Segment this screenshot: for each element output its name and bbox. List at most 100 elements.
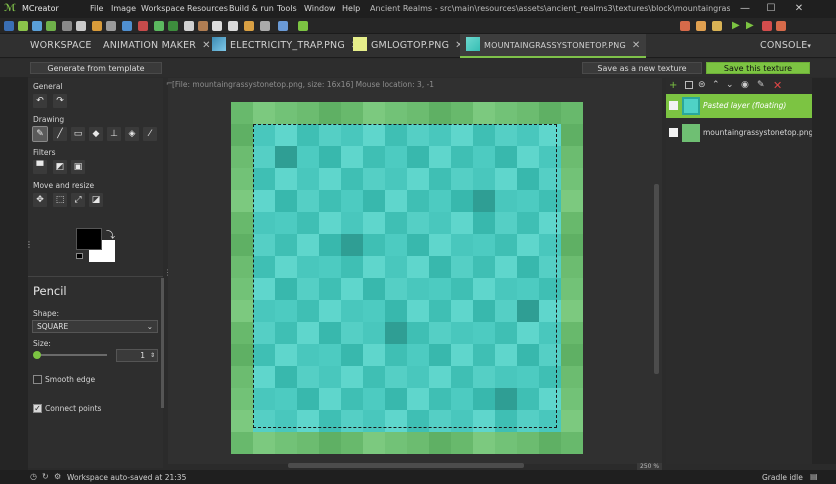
eye-icon[interactable]: ◉: [741, 80, 749, 90]
sound-icon[interactable]: [92, 21, 102, 31]
resize-icon[interactable]: ⤢: [71, 193, 85, 207]
texture-pixel[interactable]: [231, 146, 253, 168]
stamp-icon[interactable]: ⊥: [107, 127, 121, 141]
texture-icon[interactable]: [62, 21, 72, 31]
stop-all-icon[interactable]: [776, 21, 786, 31]
texture-pixel[interactable]: [451, 432, 473, 454]
new-element-icon[interactable]: [18, 21, 28, 31]
eraser-icon[interactable]: ◆: [89, 127, 103, 141]
paint-icon[interactable]: [228, 21, 238, 31]
plant-icon[interactable]: [168, 21, 178, 31]
vertical-scrollbar[interactable]: [654, 184, 659, 374]
save-as-new-texture-button[interactable]: Save as a new texture: [582, 62, 702, 74]
blocks-icon[interactable]: [244, 21, 254, 31]
spinner-arrows-icon[interactable]: ⇕: [150, 350, 155, 361]
texture-pixel[interactable]: [231, 124, 253, 146]
tab-mountaingrassystonetop[interactable]: MOUNTAINGRASSYSTONETOP.PNG ✕: [460, 34, 647, 58]
texture-pixel[interactable]: [473, 102, 495, 124]
texture-pixel[interactable]: [275, 432, 297, 454]
tab-electricity-trap[interactable]: ELECTRICITY_TRAP.PNG✕: [212, 34, 360, 58]
refresh-icon[interactable]: ↻: [42, 472, 49, 481]
delete-layer-icon[interactable]: ✕: [773, 79, 782, 92]
stop-icon[interactable]: [762, 21, 772, 31]
texture-pixel[interactable]: [231, 278, 253, 300]
transform-icon[interactable]: ◪: [89, 193, 103, 207]
gear-icon[interactable]: ⚙: [54, 472, 61, 481]
texture-pixel[interactable]: [231, 234, 253, 256]
settings-icon[interactable]: [212, 21, 222, 31]
layer-visibility-checkbox[interactable]: [669, 128, 678, 137]
export-icon[interactable]: [712, 21, 722, 31]
map-icon[interactable]: [154, 21, 164, 31]
menu-build-run[interactable]: Build & run: [229, 4, 274, 13]
menu-help[interactable]: Help: [342, 4, 360, 13]
texture-pixel[interactable]: [341, 432, 363, 454]
animation-icon[interactable]: [122, 21, 132, 31]
texture-pixel[interactable]: [231, 388, 253, 410]
menu-tools[interactable]: Tools: [277, 4, 297, 13]
texture-pixel[interactable]: [561, 410, 583, 432]
import-icon[interactable]: [32, 21, 42, 31]
select-icon[interactable]: ⬚: [53, 193, 67, 207]
texture-pixel[interactable]: [561, 388, 583, 410]
plugin-icon[interactable]: [298, 21, 308, 31]
menu-resources[interactable]: Resources: [187, 4, 228, 13]
texture-pixel[interactable]: [561, 344, 583, 366]
layer-item[interactable]: mountaingrassystonetop.png: [666, 121, 813, 145]
texture-pixel[interactable]: [231, 322, 253, 344]
texture-pixel[interactable]: [231, 432, 253, 454]
layer-visibility-checkbox[interactable]: [669, 101, 678, 110]
texture-pixel[interactable]: [539, 102, 561, 124]
wand-icon[interactable]: [184, 21, 194, 31]
texture-pixel[interactable]: [561, 278, 583, 300]
texture-pixel[interactable]: [341, 102, 363, 124]
size-spinner[interactable]: 1 ⇕: [116, 349, 158, 362]
texture-pixel[interactable]: [363, 432, 385, 454]
duplicate-layer-icon[interactable]: [685, 81, 693, 89]
texture-pixel[interactable]: [539, 432, 561, 454]
regenerate-icon[interactable]: [680, 21, 690, 31]
close-icon[interactable]: ✕: [202, 40, 211, 51]
texture-pixel[interactable]: [319, 102, 341, 124]
texture-pixel[interactable]: [231, 168, 253, 190]
gear-icon[interactable]: [278, 21, 288, 31]
primary-color-swatch[interactable]: [76, 228, 102, 250]
texture-pixel[interactable]: [231, 344, 253, 366]
color-picker-icon[interactable]: ⁄: [143, 127, 157, 141]
texture-pixel[interactable]: [231, 212, 253, 234]
texture-pixel[interactable]: [561, 322, 583, 344]
texture-pixel[interactable]: [561, 300, 583, 322]
console-tab[interactable]: CONSOLE▾: [760, 34, 811, 58]
layer-item[interactable]: Pasted layer (floating): [666, 94, 812, 118]
horizontal-scrollbar[interactable]: [288, 463, 524, 468]
texture-pixel[interactable]: [231, 102, 253, 124]
contrast-icon[interactable]: ◩: [53, 160, 67, 174]
texture-pixel[interactable]: [495, 102, 517, 124]
texture-pixel[interactable]: [385, 432, 407, 454]
texture-pixel[interactable]: [297, 102, 319, 124]
model-icon[interactable]: [76, 21, 86, 31]
texture-pixel[interactable]: [561, 234, 583, 256]
texture-pixel[interactable]: [561, 190, 583, 212]
minimize-icon[interactable]: —: [738, 2, 752, 16]
undo-icon[interactable]: ↶: [33, 94, 47, 108]
run-client-icon[interactable]: ▶: [732, 20, 740, 31]
line-icon[interactable]: ╱: [53, 127, 67, 141]
brush-filter-icon[interactable]: ▀: [33, 160, 47, 174]
notifications-icon[interactable]: ▤: [810, 472, 818, 481]
texture-pixel[interactable]: [407, 102, 429, 124]
texture-pixel[interactable]: [517, 102, 539, 124]
collapse-arrow-icon[interactable]: ⌐: [166, 79, 173, 88]
texture-pixel[interactable]: [429, 102, 451, 124]
generate-from-template-button[interactable]: Generate from template: [30, 62, 162, 74]
texture-pixel[interactable]: [231, 190, 253, 212]
edit-layer-icon[interactable]: ✎: [757, 80, 765, 90]
texture-pixel[interactable]: [231, 410, 253, 432]
texture-pixel[interactable]: [451, 102, 473, 124]
save-texture-button[interactable]: Save this texture: [706, 62, 810, 74]
structure-icon[interactable]: [106, 21, 116, 31]
selection-marquee[interactable]: [253, 124, 557, 428]
armor-icon[interactable]: [198, 21, 208, 31]
tab-workspace[interactable]: WORKSPACE: [30, 34, 92, 58]
texture-pixel[interactable]: [231, 256, 253, 278]
